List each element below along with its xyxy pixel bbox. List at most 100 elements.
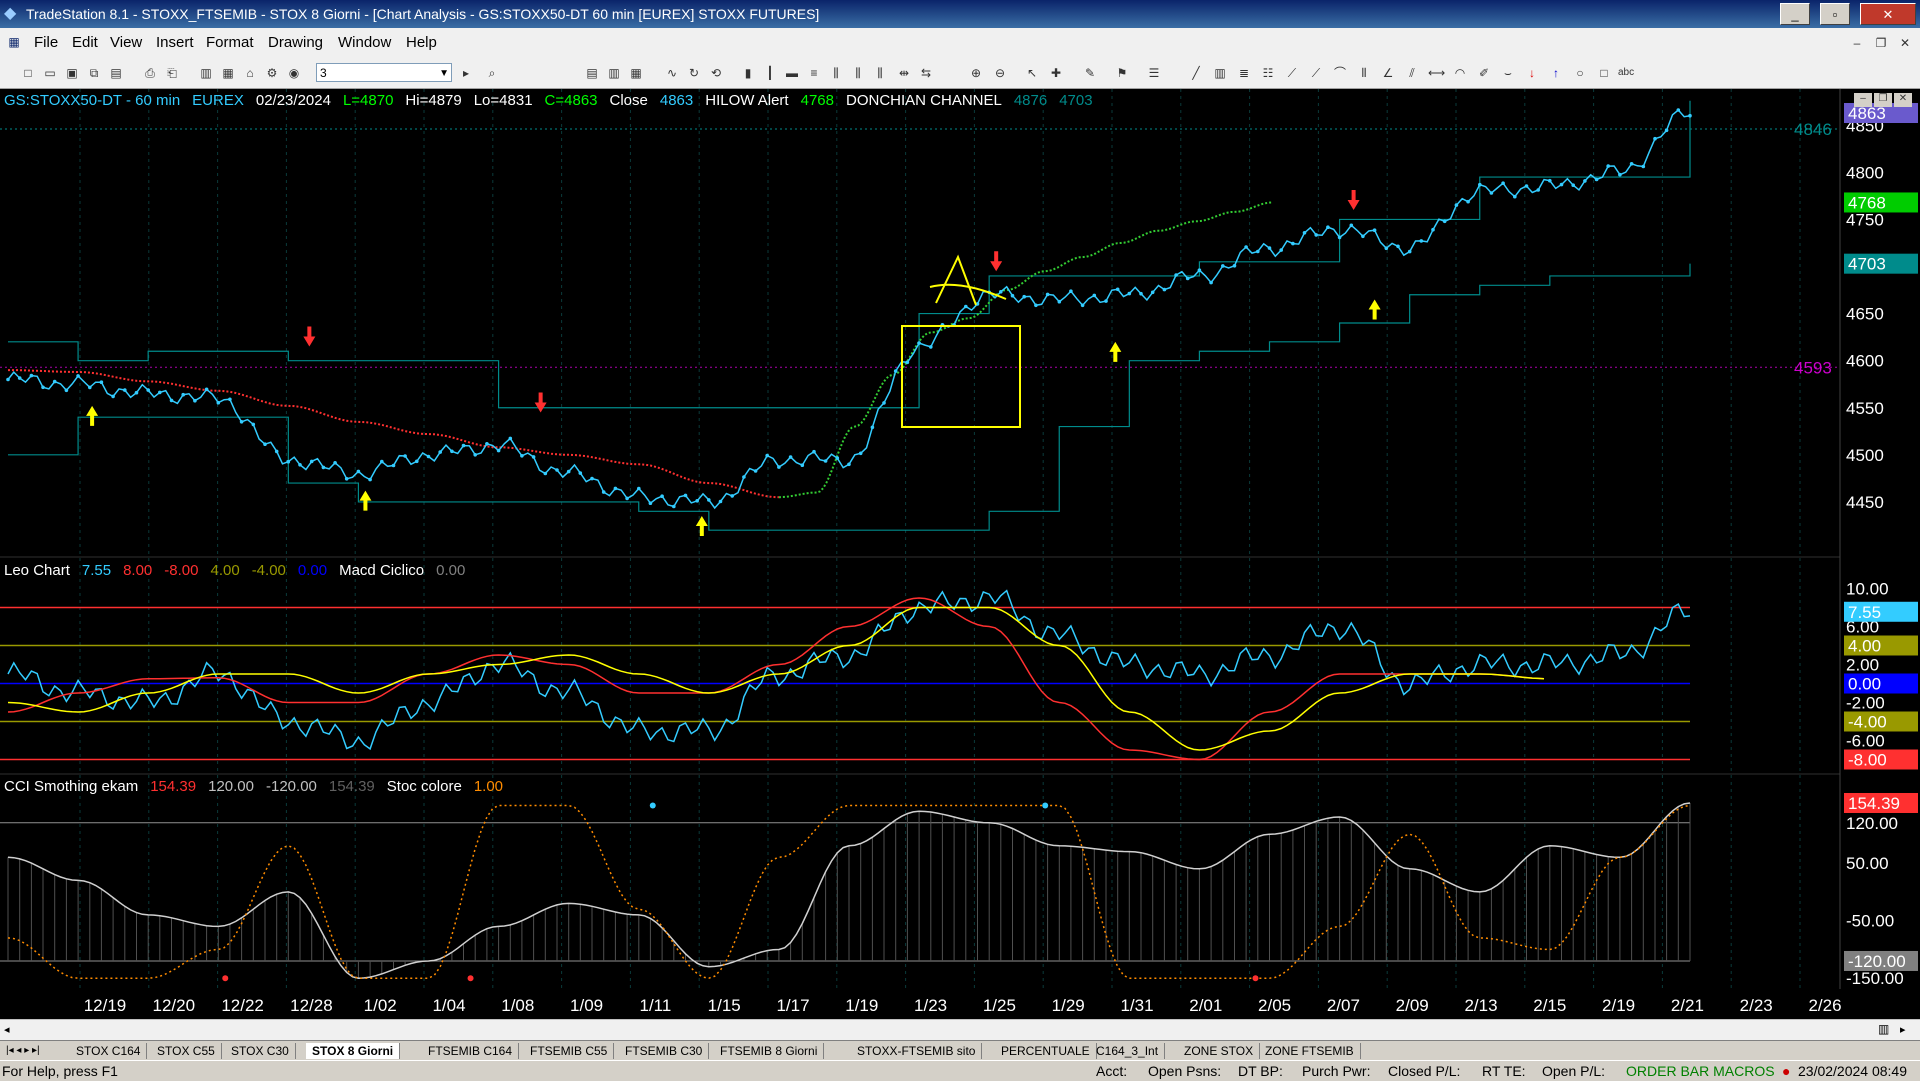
fib-icon[interactable]: ☷ bbox=[1260, 65, 1276, 81]
window-icon[interactable]: ▦ bbox=[220, 65, 236, 81]
globe-icon[interactable]: ◉ bbox=[286, 65, 302, 81]
tab-nav-icons[interactable]: |◂ ◂ ▸ ▸| bbox=[0, 1043, 46, 1059]
print-icon[interactable]: ⎙ bbox=[142, 65, 158, 81]
tab-2[interactable]: STOX C30 bbox=[225, 1043, 296, 1059]
tab-7[interactable]: FTSEMIB 8 Giorni bbox=[714, 1043, 825, 1059]
workspace-icon[interactable]: ▥ bbox=[198, 65, 214, 81]
channel-icon[interactable]: ▥ bbox=[1212, 65, 1228, 81]
bars-extra-icon[interactable]: ⫼ bbox=[872, 65, 888, 81]
tab-0[interactable]: STOX C164 bbox=[70, 1043, 148, 1059]
arrow-down-icon[interactable]: ↓ bbox=[1524, 65, 1540, 81]
horizontal-scrollbar[interactable]: ◂ ▥ ▸ bbox=[0, 1019, 1920, 1041]
minimize-button[interactable]: _ bbox=[1780, 3, 1810, 25]
crosshair-icon[interactable]: ✚ bbox=[1048, 65, 1064, 81]
curve-icon[interactable]: ⌣ bbox=[1500, 65, 1516, 81]
text-tool-icon[interactable]: abc bbox=[1618, 65, 1634, 81]
chart-svg[interactable]: GS:STOXX50-DT - 60 min EUREX 02/23/2024 L=4… bbox=[0, 89, 1920, 1019]
chevron-down-icon[interactable]: ▼ bbox=[439, 64, 449, 83]
find-icon[interactable]: ⌕ bbox=[484, 65, 500, 81]
format-icon-1[interactable]: ▤ bbox=[584, 65, 600, 81]
scroll-right-icon[interactable]: ▸ bbox=[1900, 1023, 1906, 1036]
ellipse-arc-icon[interactable]: ◠ bbox=[1452, 65, 1468, 81]
tab-4[interactable]: FTSEMIB C164 bbox=[422, 1043, 520, 1059]
menu-drawing[interactable]: Drawing bbox=[268, 34, 323, 51]
save-icon[interactable]: ▣ bbox=[64, 65, 80, 81]
mdi-close-button[interactable]: ✕ bbox=[1896, 34, 1914, 52]
tab-12[interactable]: ZONE FTSEMIB bbox=[1259, 1043, 1361, 1059]
right-value-label: 4.00 bbox=[1848, 637, 1881, 656]
pen-icon[interactable]: ✐ bbox=[1476, 65, 1492, 81]
pointer-icon[interactable]: ↖ bbox=[1024, 65, 1040, 81]
x-tick-label: 1/11 bbox=[639, 996, 671, 1015]
new-icon[interactable]: □ bbox=[20, 65, 36, 81]
refresh-icon[interactable]: ↻ bbox=[686, 65, 702, 81]
annotation-box[interactable] bbox=[901, 325, 1021, 428]
menu-format[interactable]: Format bbox=[206, 34, 254, 51]
circle-icon[interactable]: ○ bbox=[1572, 65, 1588, 81]
document-icon[interactable]: ▦ bbox=[6, 34, 22, 50]
lock-icon[interactable]: ⌂ bbox=[242, 65, 258, 81]
bars-icon[interactable]: ⫼ bbox=[828, 65, 844, 81]
menu-insert[interactable]: Insert bbox=[156, 34, 194, 51]
subwindow-close-button[interactable]: ✕ bbox=[1894, 93, 1912, 107]
tab-8[interactable]: STOXX-FTSEMIB sito bbox=[851, 1043, 983, 1059]
tab-6[interactable]: FTSEMIB C30 bbox=[619, 1043, 710, 1059]
zoom-in-icon[interactable]: ⊕ bbox=[968, 65, 984, 81]
go-arrow-icon[interactable]: ▸ bbox=[458, 65, 474, 81]
strategy-icon[interactable]: ⟲ bbox=[708, 65, 724, 81]
scroll-thumb[interactable]: ▥ bbox=[1878, 1022, 1889, 1036]
angle-icon[interactable]: ∠ bbox=[1380, 65, 1396, 81]
format-icon-3[interactable]: ▦ bbox=[628, 65, 644, 81]
tab-3[interactable]: STOX 8 Giorni bbox=[306, 1043, 401, 1059]
horizontal-lines-icon[interactable]: ≣ bbox=[1236, 65, 1252, 81]
parallel-icon[interactable]: ⫽ bbox=[1404, 65, 1420, 81]
folder-icon[interactable]: ▤ bbox=[108, 65, 124, 81]
scroll-left-icon[interactable]: ◂ bbox=[4, 1023, 10, 1036]
tools-icon[interactable]: ✎ bbox=[1082, 65, 1098, 81]
print-preview-icon[interactable]: ⎗ bbox=[164, 65, 180, 81]
bars-alt-icon[interactable]: ⫼ bbox=[850, 65, 866, 81]
mdi-restore-button[interactable]: ❐ bbox=[1872, 34, 1890, 52]
vertical-lines-icon[interactable]: ⫴ bbox=[1356, 65, 1372, 81]
tab-1[interactable]: STOX C55 bbox=[151, 1043, 222, 1059]
chart-area[interactable]: GS:STOXX50-DT - 60 min EUREX 02/23/2024 L=4… bbox=[0, 89, 1920, 1019]
menu-file[interactable]: File bbox=[34, 34, 58, 51]
menu-window[interactable]: Window bbox=[338, 34, 391, 51]
open-icon[interactable]: ▭ bbox=[42, 65, 58, 81]
alert-icon[interactable]: ⚑ bbox=[1114, 65, 1130, 81]
chart-type-icon[interactable]: ▬ bbox=[784, 65, 800, 81]
maximize-button[interactable]: ▫ bbox=[1820, 3, 1850, 25]
copy-icon[interactable]: ⧉ bbox=[86, 65, 102, 81]
extend-line-icon[interactable]: ⟷ bbox=[1428, 65, 1445, 81]
tab-9[interactable]: PERCENTUALE bbox=[995, 1043, 1097, 1059]
app-icon[interactable]: ◆ bbox=[4, 5, 22, 23]
zoom-in-bars-icon[interactable]: ⇹ bbox=[896, 65, 912, 81]
zoom-out-bars-icon[interactable]: ⇆ bbox=[918, 65, 934, 81]
trendline-icon[interactable]: ╱ bbox=[1188, 65, 1204, 81]
arrow-up-icon[interactable]: ↑ bbox=[1548, 65, 1564, 81]
subwindow-minimize-button[interactable]: – bbox=[1854, 93, 1872, 107]
chart-tool-icon[interactable]: ⚙ bbox=[264, 65, 280, 81]
rectangle-icon[interactable]: □ bbox=[1596, 65, 1612, 81]
speed-lines-icon[interactable]: ⟋ bbox=[1284, 65, 1300, 81]
tab-11[interactable]: ZONE STOX bbox=[1178, 1043, 1261, 1059]
line-type-icon[interactable]: ≡ bbox=[806, 65, 822, 81]
candle-icon[interactable]: ┃ bbox=[762, 65, 778, 81]
interval-combo[interactable]: 3 ▼ bbox=[316, 63, 452, 82]
format-icon-2[interactable]: ▥ bbox=[606, 65, 622, 81]
indicator-icon[interactable]: ∿ bbox=[664, 65, 680, 81]
menu-edit[interactable]: Edit bbox=[72, 34, 98, 51]
tab-10[interactable]: C164_3_Int bbox=[1090, 1043, 1166, 1059]
menu-help[interactable]: Help bbox=[406, 34, 437, 51]
mdi-minimize-button[interactable]: – bbox=[1848, 34, 1866, 52]
close-button[interactable]: ✕ bbox=[1860, 3, 1916, 25]
tab-5[interactable]: FTSEMIB C55 bbox=[524, 1043, 615, 1059]
gann-icon[interactable]: ⟋ bbox=[1308, 65, 1324, 81]
menu-view[interactable]: View bbox=[110, 34, 142, 51]
bar-type-icon[interactable]: ▮ bbox=[740, 65, 756, 81]
settings-icon[interactable]: ☰ bbox=[1146, 65, 1162, 81]
arc-icon[interactable]: ⌒ bbox=[1332, 65, 1348, 81]
zoom-out-icon[interactable]: ⊖ bbox=[992, 65, 1008, 81]
status-order-bar[interactable]: ORDER BAR MACROS bbox=[1626, 1061, 1775, 1081]
subwindow-restore-button[interactable]: ❐ bbox=[1874, 93, 1892, 107]
